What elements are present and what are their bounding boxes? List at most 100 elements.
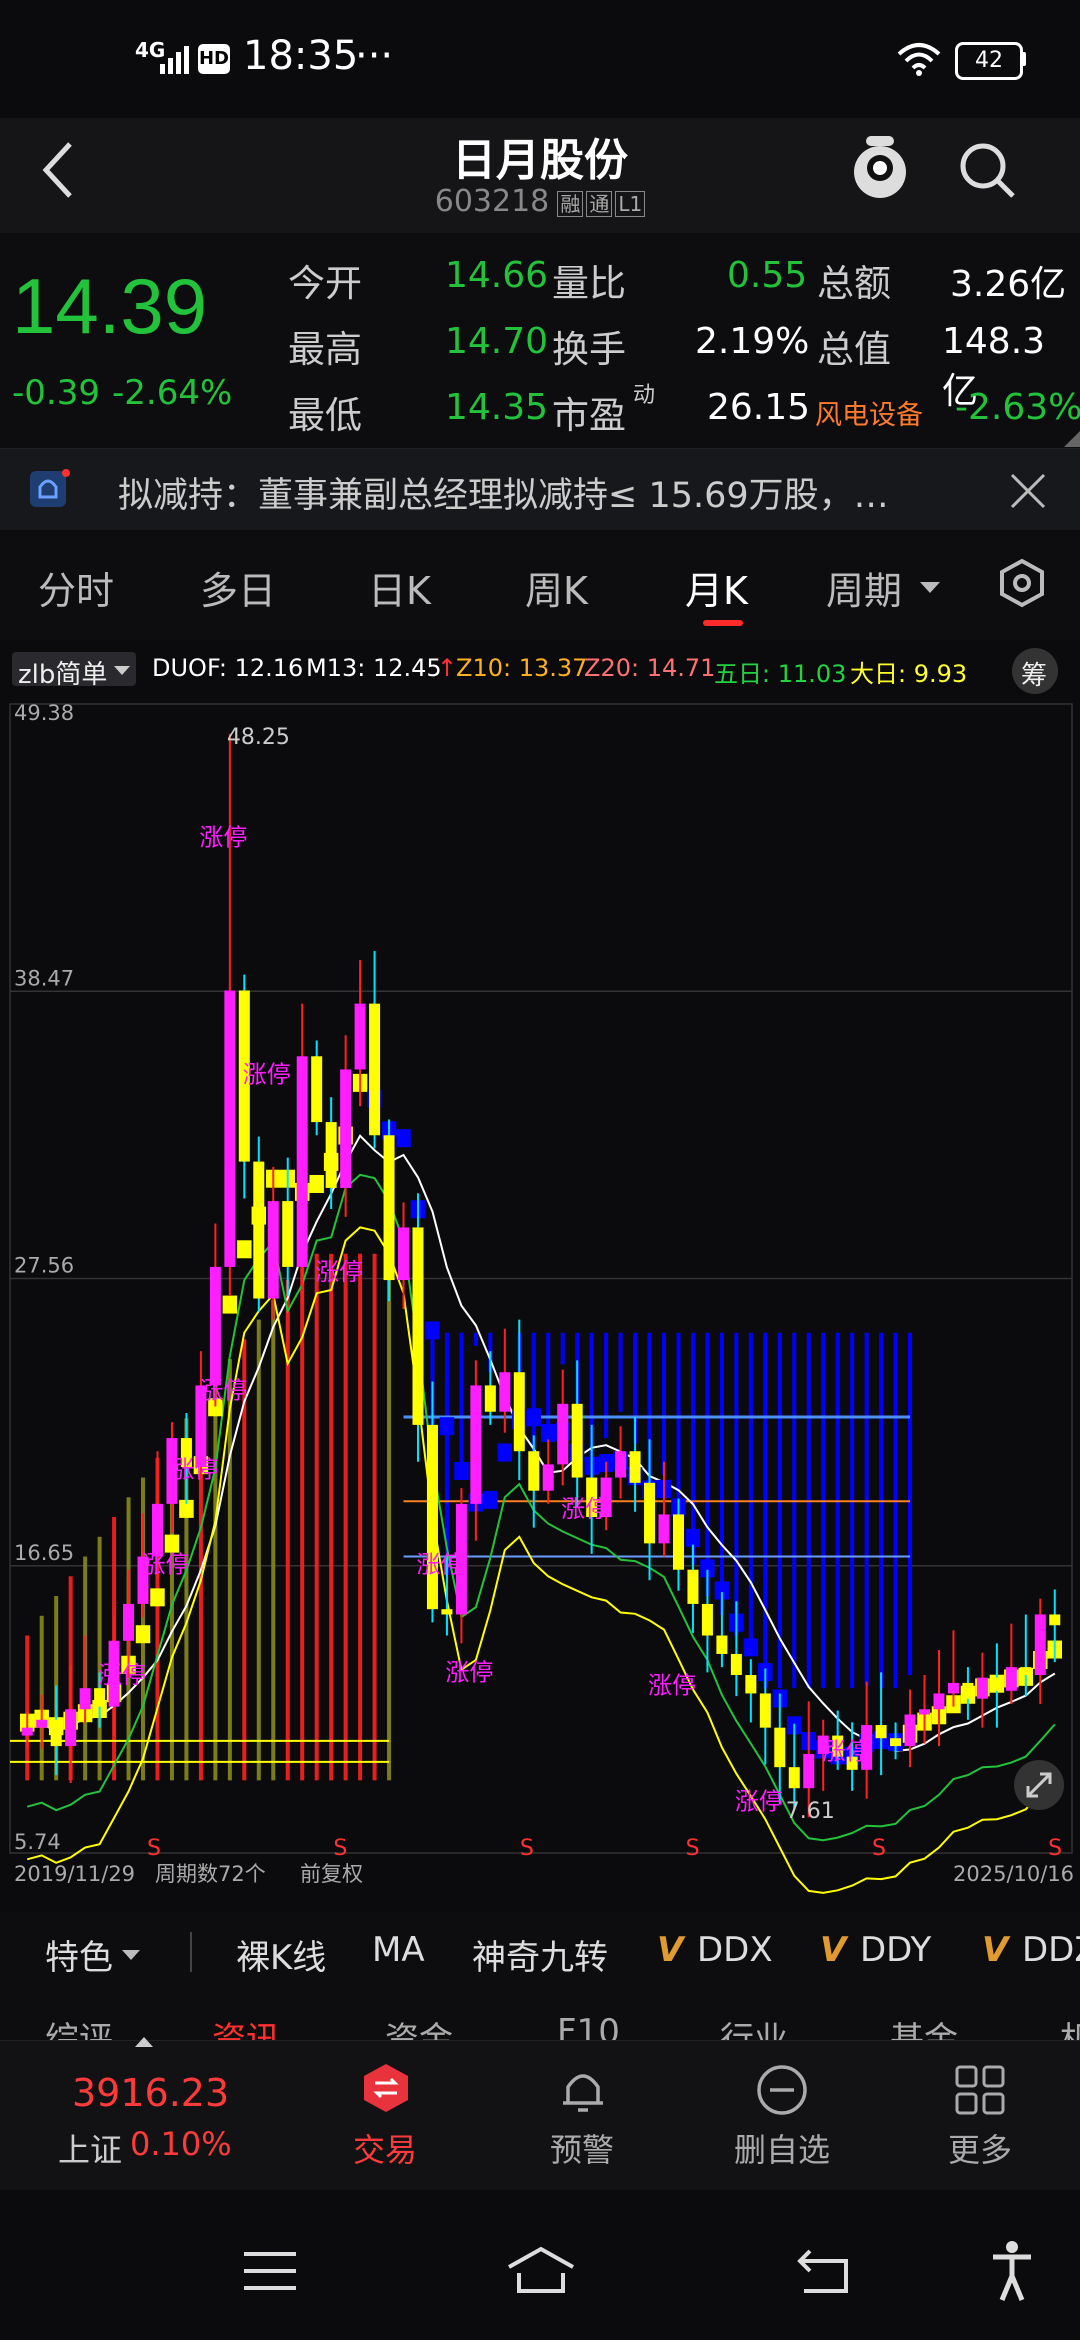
feature-dropdown[interactable]: 特色 [45,1930,113,1979]
band-step [135,1625,151,1644]
open-label: 今开 [288,262,362,305]
candle-body [962,1682,974,1699]
nav-more[interactable]: 更多 [913,2041,1047,2191]
blue-bar [850,1332,855,1689]
pe-dynamic-mark: 动 [633,383,656,408]
feature-ddy[interactable]: DDY [860,1930,931,1970]
high-label: 最高 [288,328,362,371]
candle-body [209,1266,221,1386]
candle-body [1034,1614,1046,1676]
blue-bar [734,1332,739,1636]
grid-icon [955,2065,1005,2115]
info-tab[interactable]: F10 [557,2012,620,2040]
price-change: -0.39 [12,373,100,413]
chip-bar [314,1253,319,1781]
stock-code: 603218 [434,184,550,219]
candle-body [788,1767,800,1789]
back-nav-icon[interactable] [796,2245,852,2297]
settings-icon[interactable] [997,558,1047,608]
band-step [454,1461,469,1480]
kline-chart[interactable]: 49.38 38.47 27.56 16.65 5.74 48.25 7.61 涨停 涨停 涨停涨… [0,698,1080,1908]
bottom-nav: 3916.23 上证 0.10% 交易 预警 删自选 更多 [0,2037,1080,2191]
nav-remove-label: 删自选 [733,2131,830,2169]
candle-body [470,1385,482,1504]
candle-body [340,1069,352,1188]
nav-trade[interactable]: 交易 [318,2041,452,2191]
candle-body [50,1719,62,1747]
tag-margin: 融 [557,191,584,217]
chip-button[interactable]: 筹 [1012,648,1058,694]
chip-bar [25,1635,30,1781]
home-icon[interactable] [505,2245,577,2295]
index-value[interactable]: 3916.23 [72,2071,229,2115]
limit-up-label: 涨停 [199,824,247,852]
tab-multiday[interactable]: 多日 [200,560,276,615]
candle-body [412,1227,424,1425]
limit-up-label: 涨停 [416,1550,464,1578]
signal-icon [160,46,189,74]
menu-icon[interactable] [242,2250,298,2292]
sector-link[interactable]: 风电设备 [815,393,923,432]
candle-body [615,1451,627,1478]
candle-body [701,1603,713,1636]
low-label: 最低 [288,394,362,437]
fullscreen-button[interactable] [1014,1760,1064,1810]
info-tab[interactable]: 资金 [385,2012,453,2040]
info-tab[interactable]: 资讯 [212,2012,280,2040]
candle-body [557,1403,569,1465]
candle-body [1049,1614,1061,1626]
feature-magic-nine[interactable]: 神奇九转 [472,1930,608,1979]
candle-body [730,1653,742,1676]
candle-body [441,1609,453,1615]
tab-period[interactable]: 周期 [826,560,902,615]
stock-header: 日月股份 603218 融通 L1 [0,118,1080,233]
band-step [150,1588,165,1607]
status-dots: ··· [355,33,394,79]
stock-code-row: 603218 融通 L1 [0,184,1080,219]
candle-body [1005,1667,1017,1691]
expand-corner-icon[interactable] [1064,431,1080,447]
chip-bar [343,1253,348,1781]
feature-naked-k[interactable]: 裸K线 [236,1930,326,1979]
period-tabs: 分时 多日 日K 周K 月K 周期 [0,530,1080,640]
info-tab[interactable]: 行业 [720,2012,788,2040]
chevron-down-icon [114,666,130,675]
chip-bar [271,1299,276,1781]
close-icon[interactable] [1010,473,1046,509]
candle-body [890,1738,902,1747]
wifi-icon [897,43,941,76]
accessibility-icon[interactable] [990,2240,1034,2302]
tab-monthly-k[interactable]: 月K [685,560,748,615]
blue-bar [879,1332,884,1689]
feature-ma[interactable]: MA [372,1930,425,1970]
band-step [309,1174,324,1193]
info-tab[interactable]: 基金 [890,2012,958,2040]
tab-intraday[interactable]: 分时 [38,560,114,615]
indicator-selector[interactable]: zlb简单 [12,652,136,690]
chip-bar [372,1253,377,1781]
candle-body [976,1677,988,1699]
feature-row: 特色 裸K线 MA 神奇九转 V DDX V DDY V DDZ [0,1912,1080,1991]
y-tick-label: 38.47 [14,966,74,990]
y-tick-label: 16.65 [14,1541,74,1565]
price-change-pct: -2.64% [112,373,233,413]
candle-body [36,1719,48,1728]
search-icon[interactable] [955,138,1019,202]
collapse-arrow-icon[interactable] [135,2037,153,2047]
tab-weekly-k[interactable]: 周K [525,560,588,615]
s-marker: S [333,1836,347,1861]
candle-body [499,1372,511,1412]
candle-body [933,1693,945,1710]
feature-ddz[interactable]: DDZ [1022,1930,1080,1970]
blue-bar [763,1332,768,1689]
candle-body [253,1161,265,1299]
info-tab[interactable]: 综评 [45,2012,113,2040]
feature-ddx[interactable]: DDX [697,1930,773,1970]
nav-remove-watchlist[interactable]: 删自选 [715,2041,849,2191]
info-tab[interactable]: 机 [1060,2012,1080,2040]
notice-bar[interactable]: 拟减持：董事兼副总经理拟减持≤ 15.69万股，… [0,448,1080,532]
nav-alert[interactable]: 预警 [515,2041,649,2191]
mascot-icon[interactable] [848,134,912,204]
tab-daily-k[interactable]: 日K [368,560,431,615]
blue-bar [864,1332,869,1686]
